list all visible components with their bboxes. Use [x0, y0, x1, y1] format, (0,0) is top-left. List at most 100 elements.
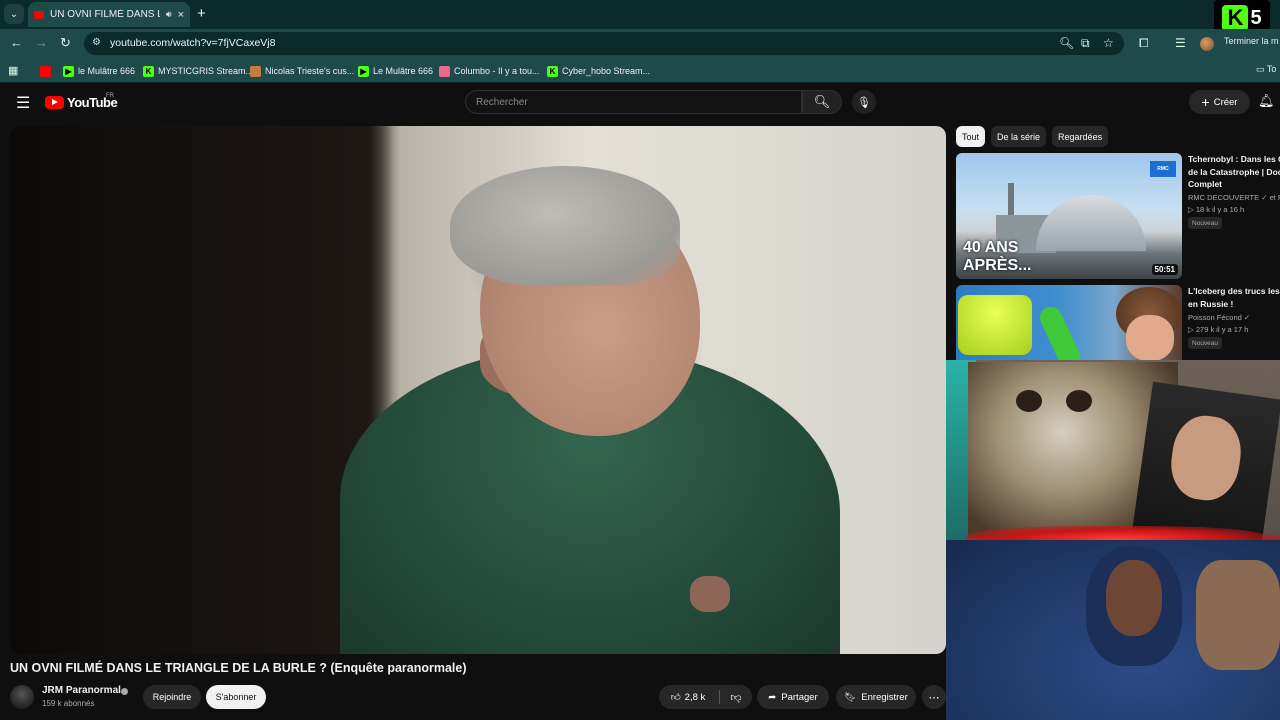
- search-input[interactable]: [466, 91, 801, 113]
- webcam-skull-eye: [1016, 390, 1042, 412]
- create-button[interactable]: + Créer: [1189, 90, 1250, 114]
- apps-grid-icon[interactable]: ▦: [8, 64, 18, 77]
- speaker-icon[interactable]: 🔊︎: [166, 9, 172, 20]
- webcam-pillow: [1196, 560, 1280, 670]
- browser-tab-bar: ⌄ UN OVNI FILMÉ DANS LE TRIANGLE 🔊︎ × + …: [0, 0, 1280, 36]
- search-button[interactable]: 🔍︎: [802, 90, 842, 114]
- bookmark-mulatre-1[interactable]: ▶ le Mulâtre 666: [63, 64, 135, 78]
- search-field[interactable]: [465, 90, 802, 114]
- recommendation-title[interactable]: L'Iceberg des trucs les p en Russie !: [1188, 285, 1280, 310]
- channel-avatar[interactable]: [10, 685, 34, 709]
- kick-icon: K: [143, 65, 154, 77]
- browser-tab-active[interactable]: UN OVNI FILMÉ DANS LE TRIANGLE 🔊︎ ×: [28, 2, 190, 27]
- kick-play-icon: ▶: [63, 65, 74, 77]
- recommendation-channel[interactable]: RMC DECOUVERTE ✓ et RI: [1188, 193, 1280, 202]
- share-label: Partager: [781, 691, 818, 703]
- join-button[interactable]: Rejoindre: [143, 685, 201, 709]
- folder-icon: ▭: [1256, 64, 1265, 74]
- notifications-bell-icon[interactable]: 🔔︎: [1258, 93, 1275, 109]
- back-arrow-icon[interactable]: ←: [10, 35, 23, 50]
- video-frame-subject-hand: [690, 576, 730, 612]
- chip-watched[interactable]: Regardées: [1052, 126, 1109, 147]
- bookmark-label: MYSTICGRIS Stream...: [158, 66, 254, 76]
- forward-arrow-icon[interactable]: →: [35, 35, 48, 50]
- profile-avatar[interactable]: [1200, 37, 1214, 51]
- more-actions-button[interactable]: ⋯: [922, 685, 946, 709]
- like-divider: [719, 690, 720, 704]
- bookmark-youtube[interactable]: [40, 64, 55, 78]
- youtube-header: ☰ YouTube FR 🔍︎ 🎙︎ + Créer 🔔︎: [0, 84, 1280, 120]
- save-button[interactable]: 🔖︎ Enregistrer: [836, 685, 916, 709]
- save-label: Enregistrer: [861, 691, 908, 703]
- url-text[interactable]: youtube.com/watch?v=7fjVCaxeVj8: [110, 37, 275, 49]
- like-count: 2,8 k: [684, 691, 706, 703]
- video-duration: 50:51: [1151, 264, 1178, 275]
- address-bar[interactable]: ⚙ youtube.com/watch?v=7fjVCaxeVj8 🔍︎ ⧉ ☆: [84, 32, 1124, 55]
- like-dislike-group: 👍︎ 2,8 k 👎︎: [659, 685, 752, 709]
- bookmark-cyber-hobo[interactable]: K Cyber_hobo Stream...: [547, 64, 650, 78]
- more-dots-icon: ⋯: [928, 691, 940, 704]
- bookmarks-folder[interactable]: ▭ To: [1256, 64, 1276, 75]
- columbo-icon: [439, 65, 450, 77]
- extensions-puzzle-icon[interactable]: ⧠: [1139, 36, 1149, 51]
- recommendation-thumbnail[interactable]: [956, 285, 1182, 360]
- rmc-logo: RMC: [1150, 161, 1176, 177]
- media-queue-icon[interactable]: ☰: [1175, 36, 1186, 50]
- thumbnail-overlay-line: 40 ANS: [963, 239, 1019, 256]
- tab-search-dropdown-button[interactable]: ⌄: [4, 4, 24, 24]
- chevron-down-icon: ⌄: [9, 8, 19, 20]
- new-badge: Nouveau: [1188, 337, 1223, 349]
- thumbnail-sarcophagus: [1036, 195, 1146, 251]
- bookmark-label: Columbo - Il y a tou...: [454, 66, 540, 76]
- kick-logo-letter: K: [1222, 5, 1249, 31]
- webcam-skull-eye: [1066, 390, 1092, 412]
- new-tab-button[interactable]: +: [197, 5, 206, 22]
- like-button[interactable]: 👍︎ 2,8 k: [659, 685, 717, 709]
- zoom-search-icon[interactable]: 🔍︎: [1059, 36, 1074, 50]
- subscribe-button[interactable]: S'abonner: [206, 685, 266, 709]
- video-player[interactable]: [10, 126, 946, 654]
- site-info-icon[interactable]: ⚙: [92, 37, 101, 48]
- search-icon: 🔍︎: [813, 94, 831, 109]
- channel-name[interactable]: JRM Paranormal: [42, 685, 121, 696]
- recommendation-title-line: Tchernobyl : Dans les C: [1188, 154, 1280, 164]
- bookmark-save-icon: 🔖︎: [844, 691, 857, 703]
- subscriber-count: 159 k abonnés: [42, 699, 95, 708]
- chip-all[interactable]: Tout: [956, 126, 986, 147]
- bookmark-label: le Mulâtre 666: [78, 66, 136, 76]
- video-frame-subject-hair: [450, 166, 680, 286]
- bookmark-nicolas-trieste[interactable]: Nicolas Trieste's cus...: [250, 64, 354, 78]
- dislike-button[interactable]: 👎︎: [721, 685, 751, 709]
- recommendation-item[interactable]: L'Iceberg des trucs les p en Russie ! Po…: [956, 285, 1280, 360]
- tab-title: UN OVNI FILMÉ DANS LE TRIANGLE: [50, 9, 160, 20]
- install-app-icon[interactable]: ⧉: [1081, 36, 1090, 51]
- share-arrow-icon: ➦: [768, 691, 777, 703]
- bookmark-mulatre-2[interactable]: ▶ Le Mulâtre 666: [358, 64, 433, 78]
- kick-icon: K: [547, 65, 558, 77]
- reload-icon[interactable]: ↻: [60, 35, 71, 51]
- thumbnail-overlay-text: 40 ANS APRÈS...: [963, 239, 1031, 275]
- country-code: FR: [106, 93, 114, 99]
- new-badge: Nouveau: [1188, 217, 1223, 229]
- youtube-play-logo-icon: [45, 96, 64, 109]
- kick-logo-number: 5: [1250, 6, 1262, 29]
- finish-update-button[interactable]: Terminer la m: [1224, 36, 1279, 46]
- bookmark-columbo[interactable]: Columbo - Il y a tou...: [439, 64, 540, 78]
- recommendation-title[interactable]: Tchernobyl : Dans les C de la Catastroph…: [1188, 153, 1280, 191]
- chip-from-series[interactable]: De la série: [991, 126, 1047, 147]
- youtube-favicon-icon: [34, 10, 44, 19]
- tab-close-button[interactable]: ×: [178, 9, 184, 21]
- webcam-person-face: [1106, 560, 1162, 636]
- recommendation-thumbnail[interactable]: RMC 40 ANS APRÈS... 50:51: [956, 153, 1182, 279]
- bookmark-star-icon[interactable]: ☆: [1103, 36, 1114, 50]
- voice-search-button[interactable]: 🎙︎: [852, 90, 876, 114]
- thumbs-down-icon: 👎︎: [730, 691, 742, 704]
- verified-badge-icon: [121, 688, 128, 695]
- bookmarks-bar: ▦ ▶ le Mulâtre 666 K MYSTICGRIS Stream..…: [0, 58, 1280, 83]
- create-label: Créer: [1213, 96, 1238, 108]
- recommendation-channel[interactable]: Poisson Fécond ✓: [1188, 313, 1250, 322]
- share-button[interactable]: ➦ Partager: [757, 685, 829, 709]
- hamburger-menu-icon[interactable]: ☰: [16, 93, 30, 113]
- recommendation-item[interactable]: RMC 40 ANS APRÈS... 50:51 Tchernobyl : D…: [956, 153, 1280, 279]
- bookmark-mysticgris[interactable]: K MYSTICGRIS Stream...: [143, 64, 253, 78]
